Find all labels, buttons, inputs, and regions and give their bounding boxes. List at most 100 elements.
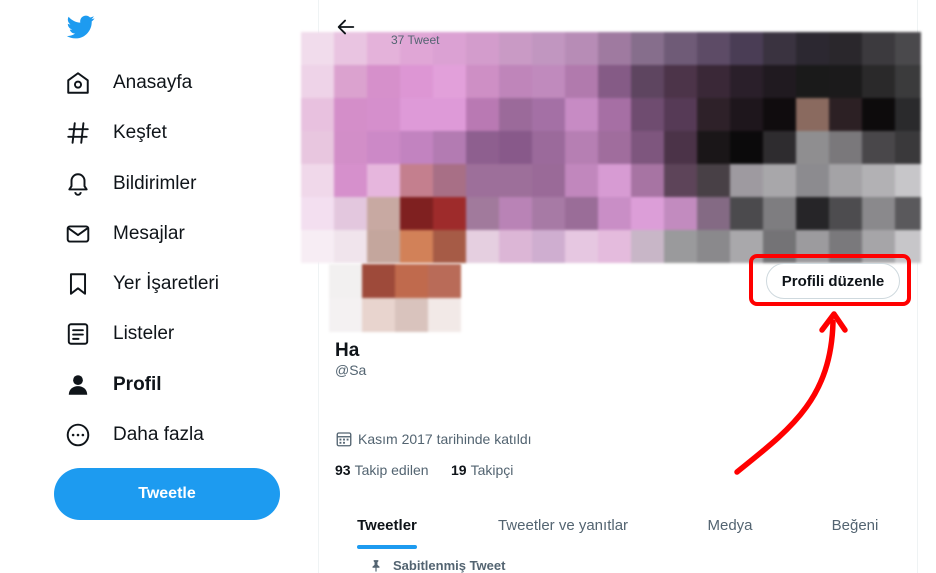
tweet-count: 37 Tweet — [391, 33, 440, 47]
banner-pixel — [631, 65, 664, 98]
banner-pixel — [532, 230, 565, 263]
banner-pixel — [664, 197, 697, 230]
banner-pixel — [301, 197, 334, 230]
following-label: Takip edilen — [354, 462, 429, 478]
avatar-pixel — [362, 298, 395, 332]
avatar-pixel — [395, 264, 428, 298]
banner-pixel — [367, 131, 400, 164]
banner-pixel — [433, 131, 466, 164]
banner-pixel — [598, 230, 631, 263]
bell-icon — [60, 166, 96, 202]
banner-pixel — [631, 131, 664, 164]
sidebar-item-label: Anasayfa — [113, 72, 193, 93]
sidebar-item-more[interactable]: Daha fazla — [60, 413, 204, 457]
avatar-pixel — [395, 298, 428, 332]
tab-likes[interactable]: Beğeni — [815, 500, 895, 550]
banner-pixel — [400, 164, 433, 197]
banner-pixel — [499, 131, 532, 164]
banner-pixel — [334, 230, 367, 263]
banner-pixel — [565, 32, 598, 65]
sidebar-item-notifications[interactable]: Bildirimler — [60, 162, 196, 206]
banner-pixel — [730, 131, 763, 164]
banner-pixel — [499, 65, 532, 98]
banner-pixel — [565, 197, 598, 230]
sidebar-item-label: Yer İşaretleri — [113, 273, 219, 294]
banner-pixel — [796, 197, 829, 230]
banner-pixel — [631, 32, 664, 65]
banner-pixel — [334, 131, 367, 164]
home-icon — [60, 65, 96, 101]
banner-pixel — [862, 131, 895, 164]
banner-pixel — [334, 164, 367, 197]
banner-pixel — [532, 164, 565, 197]
banner-pixel — [367, 197, 400, 230]
banner-pixel — [730, 197, 763, 230]
profile-column: 37 Tweet Profili düzenle Ha @Sa Kasım 20… — [301, 0, 921, 573]
sidebar-item-bookmarks[interactable]: Yer İşaretleri — [60, 262, 219, 306]
sidebar-item-label: Mesajlar — [113, 223, 185, 244]
banner-pixel — [829, 98, 862, 131]
sidebar-item-home[interactable]: Anasayfa — [60, 61, 192, 105]
sidebar: Anasayfa Keşfet Bildirimler Mesajlar Yer… — [0, 0, 318, 573]
twitter-bird-icon[interactable] — [66, 13, 96, 41]
banner-pixel — [499, 230, 532, 263]
banner-pixel — [433, 98, 466, 131]
bookmark-icon — [60, 266, 96, 302]
banner-pixel — [301, 98, 334, 131]
banner-pixel — [895, 131, 921, 164]
banner-pixel — [763, 32, 796, 65]
banner-pixel — [697, 98, 730, 131]
banner-pixel — [433, 230, 466, 263]
banner-pixel — [532, 65, 565, 98]
back-arrow-icon[interactable] — [335, 16, 357, 38]
banner-pixel — [433, 197, 466, 230]
sidebar-item-label: Listeler — [113, 323, 175, 344]
banner-pixel — [664, 131, 697, 164]
banner-pixel — [433, 65, 466, 98]
banner-pixel — [730, 98, 763, 131]
banner-pixel — [763, 65, 796, 98]
banner-pixel — [400, 230, 433, 263]
banner-pixel — [730, 164, 763, 197]
avatar[interactable] — [329, 264, 461, 332]
banner-pixel — [598, 164, 631, 197]
banner-pixel — [862, 98, 895, 131]
tweet-button[interactable]: Tweetle — [54, 468, 280, 520]
annotation-highlight-box — [749, 254, 911, 306]
person-icon — [60, 367, 96, 403]
banner-pixel — [862, 164, 895, 197]
banner-pixel — [697, 131, 730, 164]
banner-pixel — [895, 98, 921, 131]
tab-tweets[interactable]: Tweetler — [337, 500, 437, 550]
avatar-pixel — [362, 264, 395, 298]
banner-pixel — [367, 65, 400, 98]
tab-tweets-and-replies[interactable]: Tweetler ve yanıtlar — [481, 500, 645, 550]
banner-pixel — [631, 98, 664, 131]
banner-pixel — [499, 98, 532, 131]
banner-pixel — [697, 197, 730, 230]
banner-pixel — [334, 197, 367, 230]
banner-pixel — [697, 164, 730, 197]
banner-pixel — [829, 197, 862, 230]
avatar-pixel — [428, 264, 461, 298]
avatar-pixel — [428, 298, 461, 332]
sidebar-item-messages[interactable]: Mesajlar — [60, 212, 185, 256]
banner-pixel — [499, 197, 532, 230]
banner-pixel — [763, 98, 796, 131]
tab-media[interactable]: Medya — [689, 500, 771, 550]
sidebar-item-explore[interactable]: Keşfet — [60, 111, 167, 155]
followers-link[interactable]: 19 Takipçi — [451, 462, 513, 478]
sidebar-item-lists[interactable]: Listeler — [60, 312, 174, 356]
banner-pixel — [466, 164, 499, 197]
followers-label: Takipçi — [470, 462, 514, 478]
sidebar-item-profile[interactable]: Profil — [60, 363, 162, 407]
banner-pixel — [301, 164, 334, 197]
banner-pixel — [895, 65, 921, 98]
banner-pixel — [499, 164, 532, 197]
pinned-label: Sabitlenmiş Tweet — [393, 558, 506, 573]
following-link[interactable]: 93 Takip edilen — [335, 462, 429, 478]
banner-pixel — [895, 164, 921, 197]
profile-banner[interactable] — [301, 32, 921, 266]
list-icon — [60, 316, 96, 352]
banner-pixel — [598, 197, 631, 230]
